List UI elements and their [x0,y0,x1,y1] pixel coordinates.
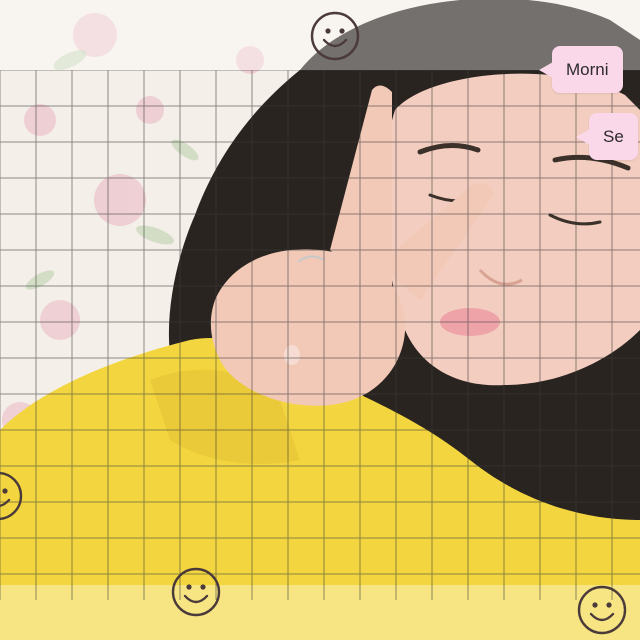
photo-frame: Morni Se [0,0,640,640]
smiley-face-icon [0,471,23,521]
bottom-band-overlay [0,585,640,640]
smiley-face-icon [577,585,627,635]
smiley-face-icon [171,567,221,617]
chat-bubble-text: Se [603,127,624,146]
chat-bubble: Morni [539,46,623,93]
chat-bubble: Se [576,113,638,160]
photo-scene [0,0,640,640]
chat-bubble-text: Morni [566,60,609,79]
smiley-face-icon [310,11,360,61]
